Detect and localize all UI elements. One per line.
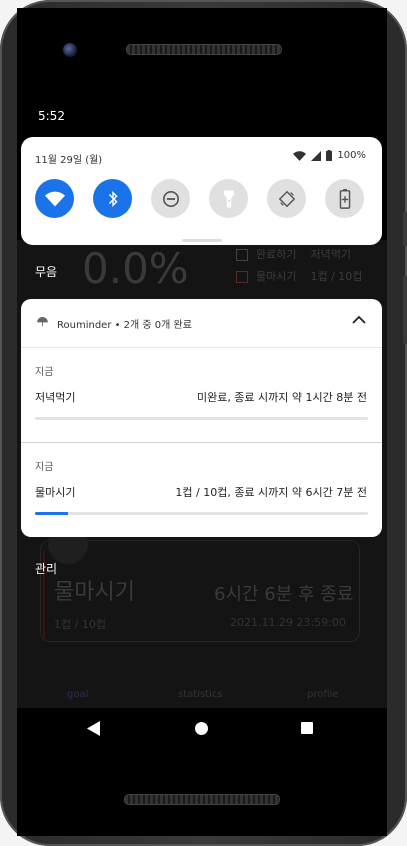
notification-progress <box>35 417 368 420</box>
chevron-up-icon[interactable] <box>352 315 366 325</box>
bg-task-title: 물마시기 <box>54 580 135 605</box>
back-icon[interactable] <box>87 721 100 736</box>
qs-drag-handle[interactable] <box>182 239 222 242</box>
system-nav-bar <box>17 708 387 750</box>
bg-task-count: 1컵 / 10컵 <box>54 618 106 631</box>
battery-saver-icon <box>339 188 350 209</box>
cell-signal-icon <box>311 150 322 161</box>
qs-date: 11월 29일 (월) <box>35 155 103 166</box>
bg-nav-profile: profile <box>307 689 339 700</box>
rotate-tile[interactable] <box>267 179 306 218</box>
flashlight-tile[interactable] <box>209 179 248 218</box>
bg-progress-value: 0.0% <box>82 244 189 293</box>
qs-status-icons: 100% <box>293 150 366 161</box>
bg-nav-goal: goal <box>67 689 89 700</box>
notification-title: 저녁먹기 <box>35 391 76 404</box>
earpiece-speaker <box>126 44 282 55</box>
section-silent: 무음 <box>35 265 58 279</box>
qs-tiles <box>35 179 364 218</box>
wifi-icon <box>44 191 65 206</box>
notification-time: 지금 <box>35 367 54 378</box>
bluetooth-icon <box>108 190 118 207</box>
notification-title: 물마시기 <box>35 486 76 499</box>
quick-settings-panel: 11월 29일 (월) 100% <box>21 137 382 245</box>
notification-text: 1컵 / 10컵, 종료 시까지 약 6시간 7분 전 <box>175 486 367 499</box>
notification-time: 지금 <box>35 462 54 473</box>
status-time: 5:52 <box>38 109 65 123</box>
notification-item[interactable]: 지금 물마시기 1컵 / 10컵, 종료 시까지 약 6시간 7분 전 <box>21 443 382 537</box>
notification-card[interactable]: Rouminder • 2개 중 0개 완료 지금 저녁먹기 미완료, 종료 시… <box>21 299 382 537</box>
battery-saver-tile[interactable] <box>325 179 364 218</box>
power-button <box>403 212 407 246</box>
volume-button <box>403 276 407 344</box>
front-camera <box>63 43 77 57</box>
dnd-icon <box>162 190 179 207</box>
bg-nav-statistics: statistics <box>178 689 223 700</box>
recents-icon[interactable] <box>301 722 313 734</box>
notification-app-line: Rouminder • 2개 중 0개 완료 <box>57 320 192 331</box>
app-umbrella-icon <box>37 317 48 326</box>
bg-task-remaining: 6시간 6분 후 종료 <box>214 584 354 605</box>
dnd-tile[interactable] <box>151 179 190 218</box>
notification-item[interactable]: 지금 저녁먹기 미완료, 종료 시까지 약 1시간 8분 전 <box>21 348 382 443</box>
bg-legend-item: 완료하기 저녁먹기 <box>236 244 362 266</box>
rotate-icon <box>278 190 295 207</box>
battery-icon <box>326 150 333 161</box>
notification-progress <box>35 512 368 515</box>
bg-task-date: 2021.11.29 23:59:00 <box>230 616 346 629</box>
bluetooth-tile[interactable] <box>93 179 132 218</box>
flashlight-icon <box>223 189 234 208</box>
home-icon[interactable] <box>195 722 208 735</box>
battery-percent: 100% <box>337 150 366 161</box>
bg-legend: 완료하기 저녁먹기 물마시기 1컵 / 10컵 <box>236 244 362 288</box>
bg-legend-item: 물마시기 1컵 / 10컵 <box>236 266 362 288</box>
section-manage[interactable]: 관리 <box>35 560 57 577</box>
wifi-signal-icon <box>293 150 307 161</box>
wifi-tile[interactable] <box>35 179 74 218</box>
notification-text: 미완료, 종료 시까지 약 1시간 8분 전 <box>196 391 367 404</box>
notification-header[interactable]: Rouminder • 2개 중 0개 완료 <box>21 299 382 348</box>
bottom-speaker <box>124 794 280 805</box>
bottom-bezel <box>17 750 387 836</box>
